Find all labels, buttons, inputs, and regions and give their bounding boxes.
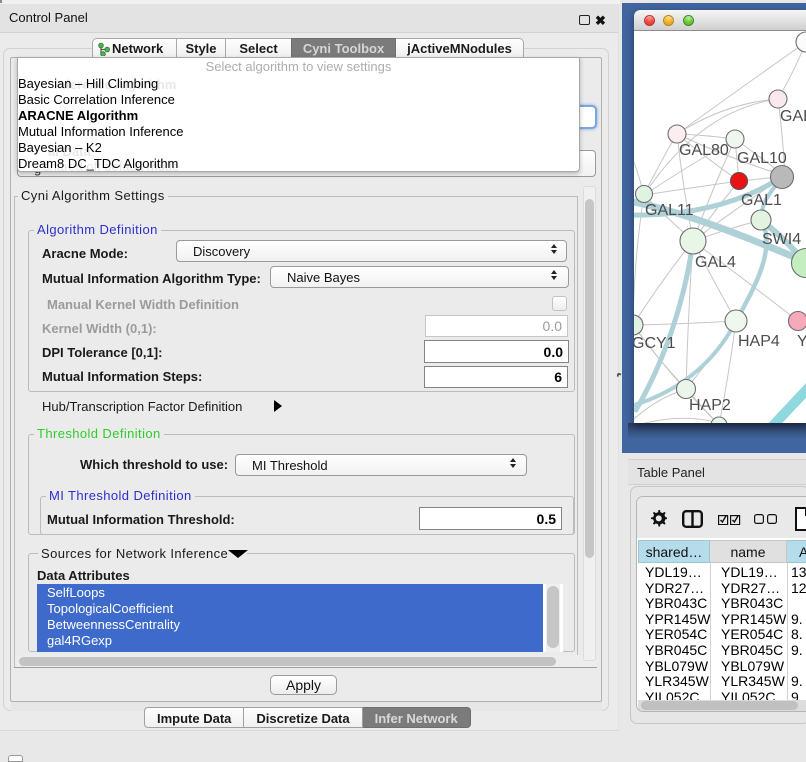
svg-text:HAP2: HAP2: [689, 397, 731, 414]
svg-text:GAL1: GAL1: [741, 192, 782, 209]
svg-text:GAL80: GAL80: [679, 142, 729, 159]
svg-text:GAL11: GAL11: [645, 202, 694, 219]
svg-text:GAL10: GAL10: [737, 150, 787, 167]
svg-text:Y: Y: [797, 333, 806, 350]
svg-text:GAL: GAL: [780, 108, 806, 125]
svg-text:GCY1: GCY1: [634, 335, 676, 352]
svg-text:SWI4: SWI4: [762, 231, 801, 248]
svg-text:GAL4: GAL4: [695, 254, 736, 271]
svg-text:HAP4: HAP4: [738, 333, 780, 350]
